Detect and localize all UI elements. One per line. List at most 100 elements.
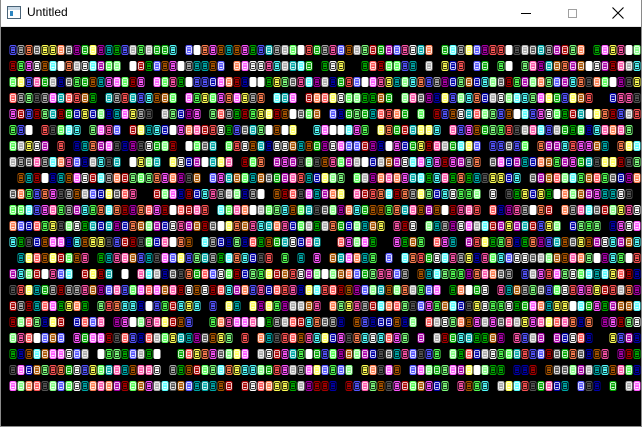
smiley-glyph-cell bbox=[481, 61, 489, 71]
smiley-glyph-cell bbox=[561, 77, 569, 87]
smiley-glyph-cell bbox=[137, 285, 145, 295]
smiley-glyph-cell bbox=[89, 93, 97, 103]
smiley-glyph-cell bbox=[17, 45, 25, 55]
smiley-glyph-cell bbox=[601, 349, 609, 359]
smiley-glyph-cell bbox=[361, 141, 369, 151]
smiley-glyph-cell bbox=[129, 381, 137, 391]
smiley-glyph-cell bbox=[281, 189, 289, 199]
smiley-glyph-cell bbox=[313, 141, 321, 151]
smiley-glyph-cell bbox=[553, 253, 561, 263]
smiley-glyph-cell bbox=[361, 173, 369, 183]
smiley-glyph-cell bbox=[193, 173, 201, 183]
title-bar[interactable]: Untitled bbox=[1, 0, 641, 27]
smiley-glyph-cell bbox=[97, 157, 105, 167]
smiley-glyph-cell bbox=[465, 45, 473, 55]
maximize-button[interactable] bbox=[549, 0, 595, 26]
smiley-glyph-cell bbox=[249, 157, 257, 167]
smiley-glyph-cell bbox=[521, 93, 529, 103]
smiley-glyph-cell bbox=[465, 141, 473, 151]
smiley-glyph-cell bbox=[33, 381, 41, 391]
smiley-glyph-cell bbox=[137, 205, 145, 215]
smiley-glyph-cell bbox=[441, 61, 449, 71]
smiley-glyph-cell bbox=[561, 45, 569, 55]
smiley-glyph-cell bbox=[593, 301, 601, 311]
smiley-glyph-cell bbox=[425, 301, 433, 311]
smiley-glyph-cell bbox=[449, 109, 457, 119]
smiley-glyph-cell bbox=[17, 93, 25, 103]
smiley-glyph-cell bbox=[497, 381, 505, 391]
console-window-icon[interactable] bbox=[7, 6, 21, 19]
smiley-glyph-cell bbox=[473, 157, 481, 167]
smiley-glyph-cell bbox=[481, 301, 489, 311]
smiley-glyph-cell bbox=[553, 125, 561, 135]
smiley-glyph-cell bbox=[585, 61, 593, 71]
smiley-glyph-cell bbox=[569, 317, 577, 327]
smiley-glyph-cell bbox=[297, 253, 305, 263]
smiley-glyph-cell bbox=[17, 253, 25, 263]
smiley-glyph-cell bbox=[257, 109, 265, 119]
smiley-glyph-cell bbox=[9, 317, 17, 327]
smiley-glyph-cell bbox=[369, 221, 377, 231]
smiley-glyph-cell bbox=[361, 285, 369, 295]
smiley-glyph-cell bbox=[25, 333, 33, 343]
smiley-glyph-cell bbox=[145, 157, 153, 167]
smiley-glyph-cell bbox=[81, 109, 89, 119]
smiley-glyph-cell bbox=[545, 109, 553, 119]
smiley-glyph-cell bbox=[313, 237, 321, 247]
smiley-glyph-cell bbox=[569, 173, 577, 183]
smiley-glyph-cell bbox=[241, 349, 249, 359]
smiley-glyph-cell bbox=[169, 125, 177, 135]
smiley-glyph-cell bbox=[377, 285, 385, 295]
smiley-glyph-cell bbox=[601, 205, 609, 215]
smiley-glyph-cell bbox=[321, 205, 329, 215]
smiley-glyph-cell bbox=[625, 301, 633, 311]
smiley-glyph-cell bbox=[233, 349, 241, 359]
smiley-glyph-cell bbox=[497, 317, 505, 327]
smiley-glyph-cell bbox=[65, 77, 73, 87]
smiley-glyph-cell bbox=[633, 61, 641, 71]
smiley-glyph-cell bbox=[337, 157, 345, 167]
smiley-glyph-cell bbox=[233, 189, 241, 199]
smiley-glyph-cell bbox=[329, 365, 337, 375]
smiley-glyph-cell bbox=[369, 205, 377, 215]
smiley-glyph-cell bbox=[577, 205, 585, 215]
smiley-glyph-cell bbox=[465, 349, 473, 359]
smiley-glyph-cell bbox=[305, 349, 313, 359]
smiley-glyph-cell bbox=[185, 45, 193, 55]
close-button[interactable] bbox=[595, 0, 641, 26]
smiley-glyph-cell bbox=[113, 141, 121, 151]
smiley-glyph-cell bbox=[601, 365, 609, 375]
smiley-glyph-cell bbox=[369, 285, 377, 295]
smiley-glyph-cell bbox=[313, 189, 321, 199]
smiley-glyph-cell bbox=[281, 45, 289, 55]
smiley-glyph-cell bbox=[57, 317, 65, 327]
smiley-glyph-cell bbox=[393, 189, 401, 199]
smiley-glyph-cell bbox=[265, 333, 273, 343]
smiley-glyph-cell bbox=[353, 45, 361, 55]
smiley-glyph-cell bbox=[249, 141, 257, 151]
minimize-button[interactable] bbox=[503, 0, 549, 26]
smiley-glyph-cell bbox=[257, 349, 265, 359]
smiley-glyph-cell bbox=[273, 349, 281, 359]
smiley-glyph-cell bbox=[561, 237, 569, 247]
smiley-glyph-cell bbox=[545, 269, 553, 279]
smiley-glyph-cell bbox=[265, 253, 273, 263]
smiley-glyph-cell bbox=[465, 77, 473, 87]
smiley-glyph-cell bbox=[481, 125, 489, 135]
smiley-glyph-cell bbox=[361, 93, 369, 103]
smiley-glyph-cell bbox=[273, 141, 281, 151]
smiley-glyph-cell bbox=[273, 109, 281, 119]
smiley-glyph-cell bbox=[185, 157, 193, 167]
smiley-glyph-cell bbox=[33, 141, 41, 151]
smiley-glyph-cell bbox=[417, 333, 425, 343]
smiley-glyph-cell bbox=[249, 45, 257, 55]
smiley-glyph-cell bbox=[609, 61, 617, 71]
smiley-glyph-cell bbox=[449, 301, 457, 311]
smiley-glyph-cell bbox=[521, 349, 529, 359]
smiley-glyph-cell bbox=[41, 333, 49, 343]
smiley-glyph-cell bbox=[353, 189, 361, 199]
smiley-glyph-cell bbox=[73, 381, 81, 391]
smiley-glyph-cell bbox=[65, 381, 73, 391]
smiley-glyph-cell bbox=[385, 365, 393, 375]
smiley-glyph-cell bbox=[97, 301, 105, 311]
